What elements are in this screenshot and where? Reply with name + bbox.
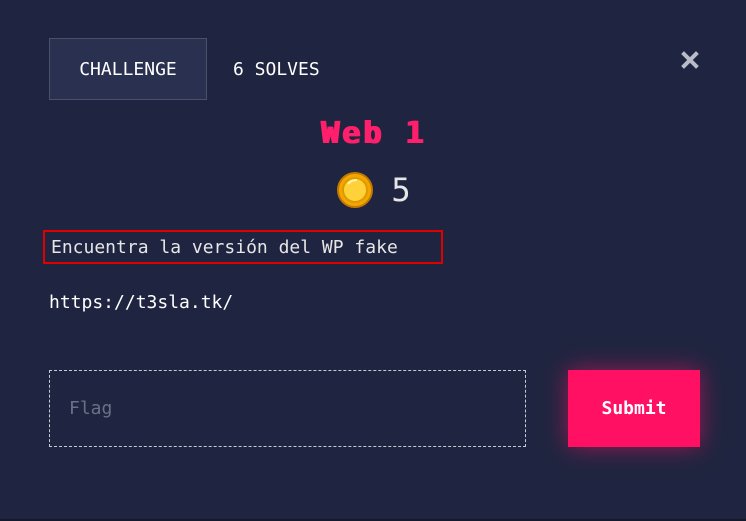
tab-challenge[interactable]: CHALLENGE bbox=[49, 38, 207, 100]
tab-solves[interactable]: 6 SOLVES bbox=[233, 38, 320, 100]
points-value: 5 bbox=[391, 171, 411, 209]
close-button[interactable] bbox=[678, 48, 702, 72]
tab-challenge-label: CHALLENGE bbox=[79, 58, 177, 80]
submit-button[interactable]: Submit bbox=[568, 370, 700, 447]
points-display: 5 bbox=[0, 170, 746, 210]
coin-icon bbox=[337, 172, 374, 208]
challenge-description: Encuentra la versión del WP fake bbox=[43, 230, 443, 264]
flag-input[interactable] bbox=[49, 370, 526, 447]
close-icon bbox=[681, 51, 699, 69]
tab-solves-label: 6 SOLVES bbox=[233, 58, 320, 80]
challenge-url[interactable]: https://t3sla.tk/ bbox=[49, 292, 233, 313]
challenge-title: Web 1 bbox=[320, 116, 426, 151]
